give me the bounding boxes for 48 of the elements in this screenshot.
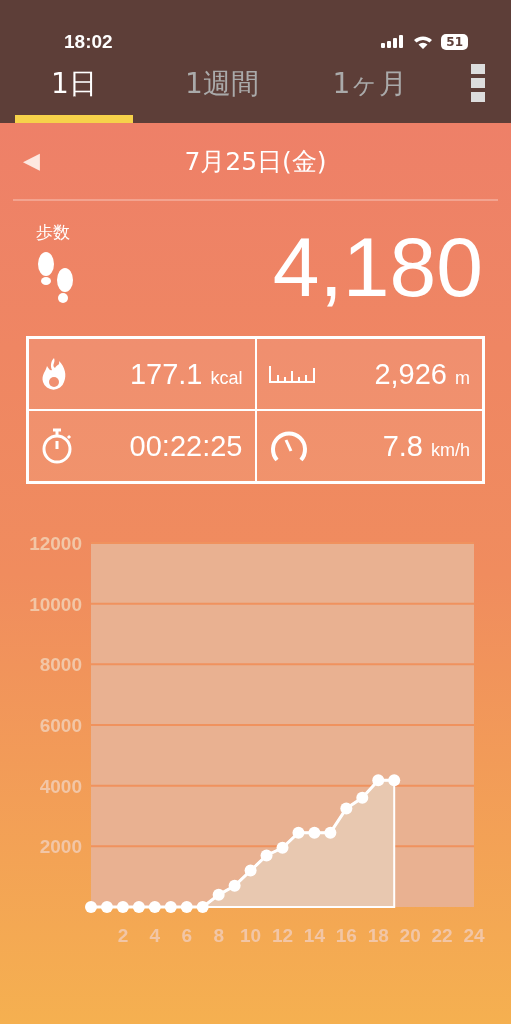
x-tick-label: 22 [431,925,453,946]
data-point [212,888,225,901]
status-time: 18:02 [64,31,113,53]
y-tick-label: 6000 [39,715,82,736]
period-tab[interactable]: 1週間 [163,65,281,123]
data-point [308,826,321,839]
wifi-icon [413,35,434,49]
x-tick-label: 12 [271,925,294,946]
x-tick-label: 8 [213,925,224,946]
data-point [244,864,257,877]
flame-icon [41,357,67,391]
data-point [228,879,241,892]
stat-value: 7.8 km/h [382,429,470,463]
footprints-icon [36,250,76,306]
data-point [260,849,273,862]
x-tick-label: 2 [117,925,129,946]
speedometer-icon [268,430,309,462]
signal-icon [381,35,406,49]
stat-value: 00:22:25 [129,429,243,463]
y-tick-label: 8000 [39,654,82,676]
y-tick-label: 12000 [29,533,82,554]
x-tick-label: 24 [463,925,485,946]
data-point [292,826,305,839]
x-tick-label: 4 [149,925,161,946]
x-tick-label: 18 [367,925,389,946]
data-point [356,791,369,804]
period-tab[interactable]: 1ヶ月 [311,65,429,123]
y-tick-label: 4000 [39,775,82,797]
data-point [324,826,337,839]
x-tick-label: 10 [240,925,262,946]
y-tick-label: 2000 [39,836,82,858]
x-tick-label: 16 [335,925,357,946]
step-count: 4,180 [272,225,483,309]
stat-value: 2,926 m [374,357,470,391]
battery-level: 51 [441,34,468,50]
stopwatch-icon [41,428,73,464]
stat-value: 177.1 kcal [129,357,243,391]
x-tick-label: 14 [303,925,325,946]
ruler-icon [268,365,315,383]
date-title: 7月25日(金) [184,145,327,178]
menu-icon[interactable] [471,64,485,102]
x-tick-label: 6 [181,925,193,946]
x-tick-label: 20 [399,925,421,946]
steps-label: 歩数 [36,221,70,244]
data-point [340,802,353,815]
data-point [276,841,289,854]
previous-day-button[interactable]: ◀ [23,148,40,174]
y-tick-label: 10000 [29,593,82,615]
